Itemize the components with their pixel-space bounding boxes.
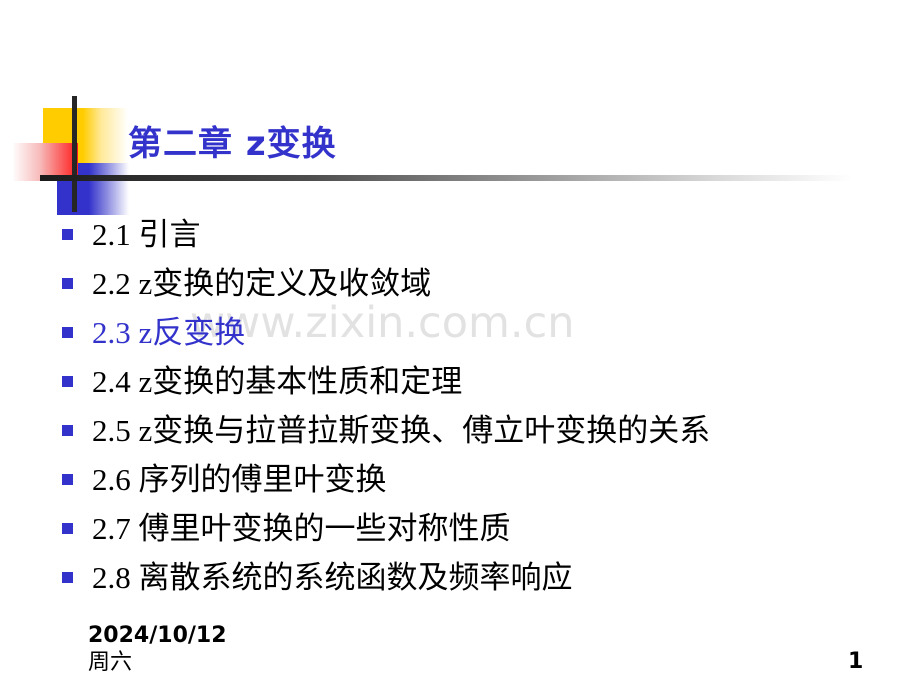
bullet-square-icon bbox=[62, 474, 73, 485]
bullet-square-icon bbox=[62, 425, 73, 436]
slide-page-number: 1 bbox=[848, 649, 864, 674]
list-item-label: 2.5 z变换与拉普拉斯变换、傅立叶变换的关系 bbox=[92, 412, 711, 448]
list-item[interactable]: 2.6 序列的傅里叶变换 bbox=[56, 455, 916, 504]
list-item-label: 2.1 引言 bbox=[92, 216, 201, 252]
blue-gradient-decoration bbox=[89, 163, 129, 215]
bullet-square-icon bbox=[62, 229, 73, 240]
list-item-label: 2.2 z变换的定义及收敛域 bbox=[92, 265, 432, 301]
list-item-label: 2.4 z变换的基本性质和定理 bbox=[92, 363, 463, 399]
list-item-label: 2.8 离散系统的系统函数及频率响应 bbox=[92, 559, 573, 595]
horizontal-rule-decoration bbox=[40, 175, 852, 181]
list-item[interactable]: 2.7 傅里叶变换的一些对称性质 bbox=[56, 504, 916, 553]
list-item-label: 2.7 傅里叶变换的一些对称性质 bbox=[92, 510, 511, 546]
bullet-square-icon bbox=[62, 376, 73, 387]
list-item-label: 2.6 序列的傅里叶变换 bbox=[92, 461, 387, 497]
list-item[interactable]: 2.3 z反变换 bbox=[56, 308, 916, 357]
list-item[interactable]: 2.4 z变换的基本性质和定理 bbox=[56, 357, 916, 406]
outline-list: 2.1 引言 2.2 z变换的定义及收敛域 2.3 z反变换 2.4 z变换的基… bbox=[56, 210, 916, 602]
footer-date: 2024/10/12 bbox=[88, 623, 227, 648]
bullet-square-icon bbox=[62, 278, 73, 289]
list-item[interactable]: 2.8 离散系统的系统函数及频率响应 bbox=[56, 553, 916, 602]
bullet-square-icon bbox=[62, 327, 73, 338]
bullet-square-icon bbox=[62, 572, 73, 583]
vertical-rule-decoration bbox=[72, 96, 77, 212]
list-item[interactable]: 2.1 引言 bbox=[56, 210, 916, 259]
page-title: 第二章 z变换 bbox=[128, 124, 337, 164]
yellow-gradient-decoration bbox=[83, 108, 128, 164]
decorative-logo-group bbox=[0, 0, 200, 215]
list-item[interactable]: 2.5 z变换与拉普拉斯变换、傅立叶变换的关系 bbox=[56, 406, 916, 455]
list-item[interactable]: 2.2 z变换的定义及收敛域 bbox=[56, 259, 916, 308]
bullet-square-icon bbox=[62, 523, 73, 534]
footer-weekday: 周六 bbox=[88, 650, 133, 675]
list-item-label: 2.3 z反变换 bbox=[92, 314, 246, 350]
